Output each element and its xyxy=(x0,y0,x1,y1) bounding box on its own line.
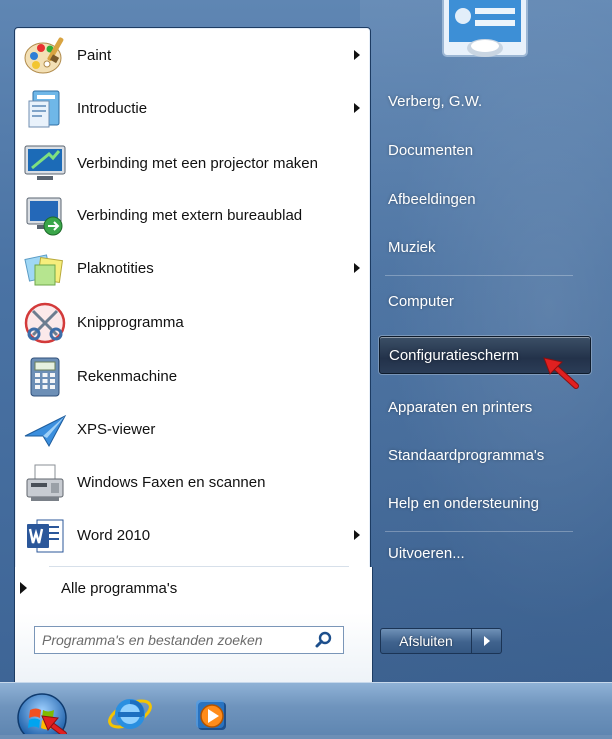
right-item-label: Afbeeldingen xyxy=(388,190,476,208)
windows-logo-icon xyxy=(17,693,67,739)
right-item-apparaten-printers[interactable]: Apparaten en printers xyxy=(379,388,591,426)
program-item-fax-scan[interactable]: Windows Faxen en scannen xyxy=(21,459,364,507)
right-item-afbeeldingen[interactable]: Afbeeldingen xyxy=(379,180,591,218)
program-label: Plaknotities xyxy=(77,260,154,277)
taskbar-internet-explorer[interactable] xyxy=(104,688,156,734)
right-item-label: Apparaten en printers xyxy=(388,398,533,416)
paint-icon xyxy=(21,32,69,80)
right-item-label: Configuratiescherm xyxy=(389,346,520,364)
all-programs-label: Alle programma's xyxy=(61,579,178,597)
submenu-arrow-icon[interactable] xyxy=(354,50,360,60)
right-item-muziek[interactable]: Muziek xyxy=(379,228,591,266)
program-label: Introductie xyxy=(77,100,148,117)
sticky-notes-icon xyxy=(21,245,69,293)
program-label: Rekenmachine xyxy=(77,368,178,385)
program-label: Verbinding met een projector maken xyxy=(77,155,318,172)
right-item-label: Standaardprogramma's xyxy=(388,446,545,464)
media-player-icon xyxy=(196,700,226,730)
submenu-arrow-icon[interactable] xyxy=(354,263,360,273)
program-item-introductie[interactable]: Introductie xyxy=(21,85,364,133)
submenu-arrow-icon[interactable] xyxy=(354,530,360,540)
right-divider xyxy=(385,531,573,532)
taskbar-media-player[interactable] xyxy=(186,688,238,734)
program-item-knipprogramma[interactable]: Knipprogramma xyxy=(21,299,364,347)
program-label: Knipprogramma xyxy=(77,314,184,331)
shutdown-button[interactable]: Afsluiten xyxy=(380,628,472,654)
right-item-label: Uitvoeren... xyxy=(388,544,465,562)
snipping-tool-icon xyxy=(21,299,69,347)
chevron-right-icon xyxy=(483,636,490,646)
chevron-right-icon xyxy=(20,582,27,594)
program-item-plaknotities[interactable]: Plaknotities xyxy=(21,245,364,293)
program-item-remote-desktop[interactable]: Verbinding met extern bureaublad xyxy=(21,192,364,240)
program-label: Word 2010 xyxy=(77,527,151,544)
program-label: XPS-viewer xyxy=(77,421,156,438)
program-item-xps-viewer[interactable]: XPS-viewer xyxy=(21,406,364,454)
right-item-computer[interactable]: Computer xyxy=(379,282,591,320)
xps-viewer-icon xyxy=(21,406,69,454)
taskbar xyxy=(0,682,612,735)
program-label: Paint xyxy=(77,47,112,64)
fax-scan-icon xyxy=(21,459,69,507)
right-item-help[interactable]: Help en ondersteuning xyxy=(379,484,591,522)
all-programs-item[interactable]: Alle programma's xyxy=(18,573,338,603)
right-item-label: Documenten xyxy=(388,141,474,159)
internet-explorer-icon xyxy=(108,699,152,729)
user-picture[interactable] xyxy=(441,0,529,60)
right-item-standaardprogrammas[interactable]: Standaardprogramma's xyxy=(379,436,591,474)
annotation-arrow-icon xyxy=(543,357,579,389)
introductie-icon xyxy=(21,85,69,133)
right-item-uitvoeren[interactable]: Uitvoeren... xyxy=(379,534,591,572)
search-icon[interactable] xyxy=(314,630,334,650)
shutdown-options-button[interactable] xyxy=(472,628,502,654)
program-label: Verbinding met extern bureaublad xyxy=(77,207,303,224)
right-item-label: Help en ondersteuning xyxy=(388,494,539,512)
right-item-label: Muziek xyxy=(388,238,436,256)
submenu-arrow-icon[interactable] xyxy=(354,103,360,113)
program-item-rekenmachine[interactable]: Rekenmachine xyxy=(21,353,364,401)
calculator-icon xyxy=(21,353,69,401)
remote-desktop-icon xyxy=(21,192,69,240)
projector-icon xyxy=(21,140,69,188)
programs-pane: Paint Introductie Verbinding met een pro… xyxy=(14,27,371,569)
right-item-label: Verberg, G.W. xyxy=(388,92,483,110)
right-divider xyxy=(385,275,573,276)
search-input[interactable] xyxy=(35,627,314,653)
program-label: Windows Faxen en scannen xyxy=(77,474,266,491)
right-item-label: Computer xyxy=(388,292,454,310)
right-item-documenten[interactable]: Documenten xyxy=(379,131,591,169)
program-item-paint[interactable]: Paint xyxy=(21,32,364,80)
right-item-user[interactable]: Verberg, G.W. xyxy=(379,82,591,120)
program-item-word-2010[interactable]: Word 2010 xyxy=(21,512,364,560)
start-button[interactable] xyxy=(14,688,70,739)
search-box[interactable] xyxy=(34,626,344,654)
program-item-projector[interactable]: Verbinding met een projector maken xyxy=(21,138,364,190)
word-icon xyxy=(21,512,69,560)
